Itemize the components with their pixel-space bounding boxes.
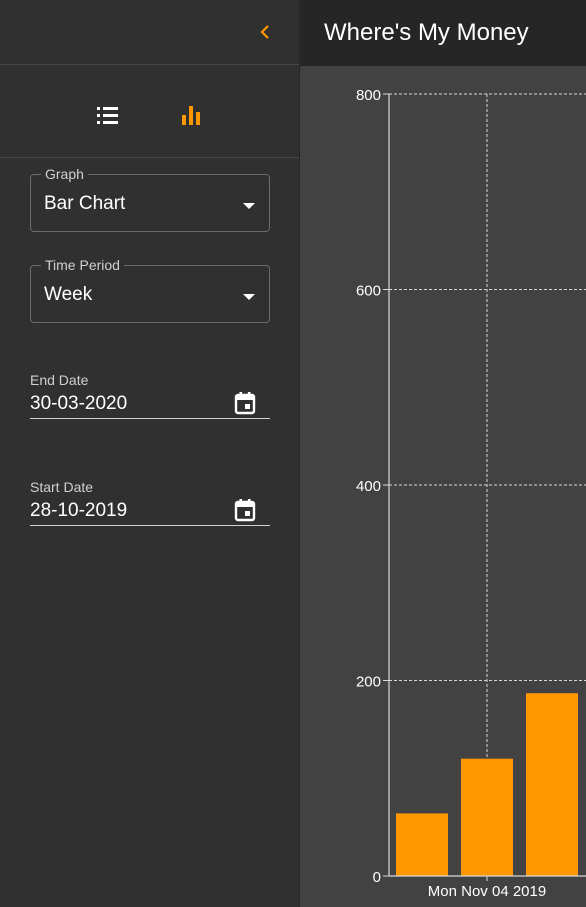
chart-area: 0 200 400 600 800 Mon Nov 04 2019 (300, 66, 586, 907)
x-tick-label: Mon Nov 04 2019 (428, 883, 546, 900)
calendar-icon (234, 499, 256, 522)
y-tick-label: 800 (356, 87, 381, 104)
y-tick-label: 600 (356, 283, 381, 300)
dropdown-arrow-icon[interactable] (243, 203, 255, 209)
start-date-field: Start Date 28-10-2019 (30, 479, 270, 526)
end-date-value: 30-03-2020 (30, 393, 128, 414)
start-date-calendar-button[interactable] (232, 497, 258, 523)
time-period-select-value: Week (44, 284, 93, 305)
end-date-calendar-button[interactable] (232, 390, 258, 416)
graph-select-value: Bar Chart (44, 193, 126, 214)
start-date-input[interactable]: 28-10-2019 (30, 495, 270, 526)
start-date-value: 28-10-2019 (30, 500, 128, 521)
y-tick-label: 400 (356, 478, 381, 495)
graph-select[interactable]: Graph Bar Chart (30, 166, 270, 232)
bar (396, 813, 448, 876)
bar (461, 758, 513, 876)
bar (526, 693, 578, 876)
list-view-button[interactable] (93, 101, 123, 131)
start-date-label: Start Date (30, 479, 94, 495)
app-bar: Where's My Money (300, 0, 586, 66)
sidebar-divider (0, 157, 299, 158)
y-tick-label: 0 (373, 869, 381, 886)
bar-chart-icon (182, 106, 200, 125)
end-date-input[interactable]: 30-03-2020 (30, 388, 270, 419)
chart-view-button[interactable] (177, 101, 207, 131)
collapse-sidebar-button[interactable] (254, 20, 276, 44)
sidebar: Graph Bar Chart Time Period Week End Dat… (0, 0, 300, 907)
end-date-field: End Date 30-03-2020 (30, 372, 270, 419)
calendar-icon (234, 392, 256, 415)
sidebar-divider (0, 64, 299, 65)
end-date-label: End Date (30, 372, 89, 388)
chevron-left-icon (260, 25, 269, 39)
graph-select-label: Graph (41, 166, 88, 182)
app-title: Where's My Money (324, 19, 529, 46)
bar-chart: 0 200 400 600 800 Mon Nov 04 2019 (356, 87, 586, 900)
time-period-select[interactable]: Time Period Week (30, 257, 270, 323)
y-tick-label: 200 (356, 674, 381, 691)
list-icon (97, 107, 118, 124)
time-period-select-label: Time Period (41, 257, 124, 273)
dropdown-arrow-icon[interactable] (243, 294, 255, 300)
